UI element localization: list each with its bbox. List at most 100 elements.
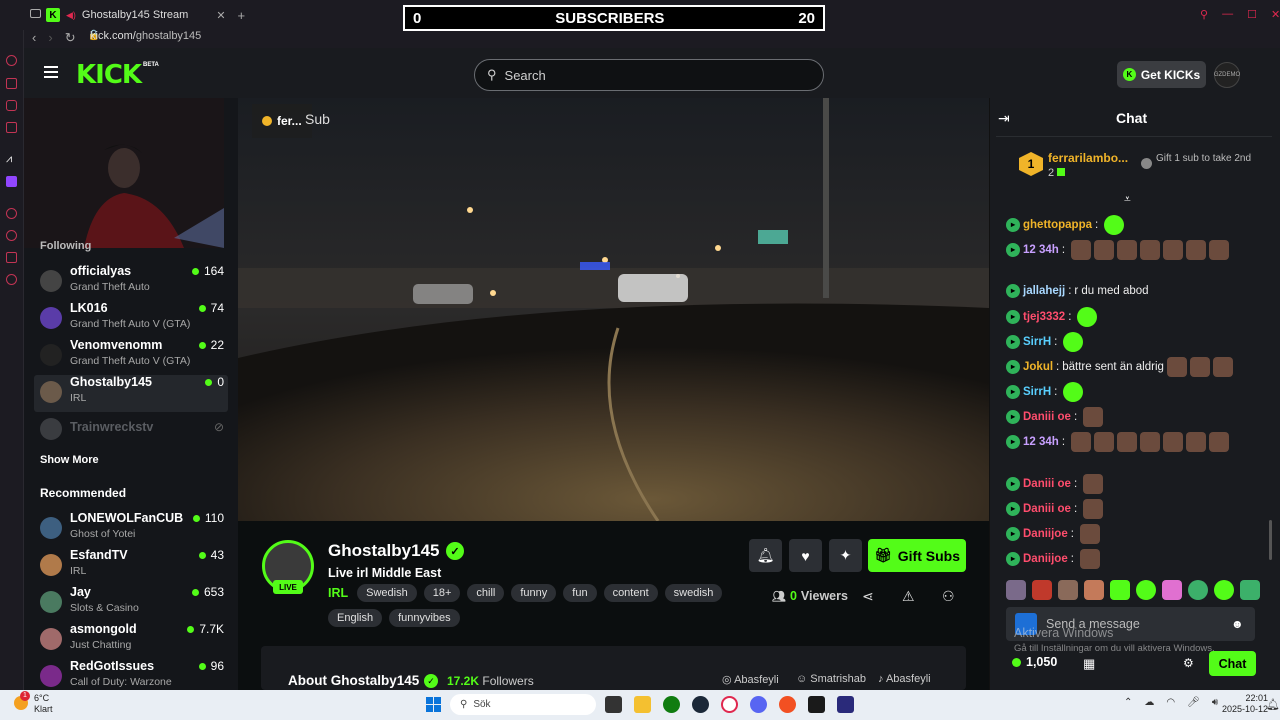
snapchat-link[interactable]: ☺ Smatrishab bbox=[796, 673, 866, 685]
sidebar-item[interactable]: officialyas Grand Theft Auto 164 bbox=[34, 264, 228, 301]
send-chat-button[interactable]: Chat bbox=[1209, 651, 1256, 676]
chat-username[interactable]: Daniijoe bbox=[1023, 553, 1068, 565]
chat-username[interactable]: SirrH bbox=[1023, 336, 1051, 348]
chat-username[interactable]: tjej3332 bbox=[1023, 311, 1065, 323]
emote-icon[interactable] bbox=[1214, 580, 1234, 600]
video-player[interactable] bbox=[238, 98, 989, 521]
twitch-icon[interactable] bbox=[6, 176, 17, 187]
notification-bell-button[interactable]: 🔔︎ bbox=[749, 539, 782, 572]
app-icon[interactable] bbox=[808, 696, 825, 713]
chat-username[interactable]: Daniii oe bbox=[1023, 411, 1071, 423]
weather-widget[interactable]: 6°C Klart bbox=[34, 693, 53, 715]
settings-icon[interactable] bbox=[6, 274, 17, 285]
tag-chip[interactable]: fun bbox=[563, 584, 597, 602]
steam-icon[interactable] bbox=[692, 696, 709, 713]
gift-sub-note[interactable]: Gift 1 sub to take 2nd bbox=[1156, 153, 1266, 164]
top-gifter-name[interactable]: ferrarilambo... bbox=[1048, 151, 1128, 165]
close-tab-icon[interactable]: ✕ bbox=[216, 9, 225, 22]
kick-sidebar-icon[interactable]: ⩘ bbox=[6, 153, 12, 166]
tag-chip[interactable]: Swedish bbox=[357, 584, 417, 602]
chevron-up-icon[interactable]: ⌃ bbox=[1124, 697, 1132, 708]
tag-chip[interactable]: chill bbox=[467, 584, 505, 602]
kick-logo[interactable]: KICK bbox=[76, 60, 142, 90]
sidebar-app-icon[interactable] bbox=[6, 252, 17, 263]
chat-username[interactable]: 12 34h bbox=[1023, 436, 1059, 448]
task-view-icon[interactable] bbox=[605, 696, 622, 713]
chat-username[interactable]: Daniii oe bbox=[1023, 503, 1071, 515]
sidebar-item[interactable]: Venomvenomm Grand Theft Auto V (GTA) 22 bbox=[34, 338, 228, 375]
history-icon[interactable] bbox=[6, 230, 17, 241]
gear-icon[interactable]: ⚙ bbox=[1183, 656, 1194, 670]
chat-username[interactable]: Daniii oe bbox=[1023, 478, 1071, 490]
taskbar-search[interactable]: ⚲ Sök bbox=[450, 694, 596, 715]
emote-icon[interactable] bbox=[1058, 580, 1078, 600]
sidebar-item-offline[interactable]: Trainwreckstv ⊘ bbox=[34, 412, 228, 449]
streamer-name[interactable]: Ghostalby145 bbox=[328, 541, 440, 561]
tiktok-link[interactable]: ♪ Abasfeyli bbox=[878, 673, 931, 685]
category-link[interactable]: IRL bbox=[328, 586, 348, 600]
microphone-icon[interactable]: 🎤︎ bbox=[1187, 697, 1200, 708]
collapse-chat-icon[interactable]: ⇥ bbox=[998, 110, 1010, 127]
instagram-link[interactable]: ◎ Abasfeyli bbox=[722, 673, 779, 686]
discord-icon[interactable] bbox=[750, 696, 767, 713]
sidebar-app-icon[interactable] bbox=[6, 122, 17, 133]
sidebar-item[interactable]: LK016 Grand Theft Auto V (GTA) 74 bbox=[34, 301, 228, 338]
scroll-down-icon[interactable]: ⩡ bbox=[1124, 192, 1131, 207]
audio-icon[interactable]: ◀) bbox=[66, 10, 76, 21]
tag-chip[interactable]: English bbox=[328, 609, 383, 627]
kicks-balance[interactable]: 1,050 bbox=[1012, 655, 1057, 669]
tag-chip[interactable]: funnyvibes bbox=[389, 609, 460, 627]
show-more-link[interactable]: Show More bbox=[40, 454, 99, 466]
sidebar-item[interactable]: LONEWOLFanCUB Ghost of Yotei 110 bbox=[34, 511, 228, 548]
emote-icon[interactable] bbox=[1032, 580, 1052, 600]
follow-button[interactable]: ♥ bbox=[789, 539, 822, 572]
app-icon[interactable] bbox=[837, 696, 854, 713]
share-icon[interactable]: ⋖ bbox=[862, 588, 874, 605]
sub-alert-chip[interactable]: fer... bbox=[252, 104, 312, 138]
menu-icon[interactable] bbox=[44, 66, 58, 78]
reload-icon[interactable]: ↻ bbox=[65, 30, 76, 46]
chat-scrollbar[interactable] bbox=[1269, 520, 1272, 560]
sidebar-item[interactable]: EsfandTV IRL 43 bbox=[34, 548, 228, 585]
chat-username[interactable]: SirrH bbox=[1023, 386, 1051, 398]
opera-icon[interactable] bbox=[721, 696, 738, 713]
windows-start-icon[interactable] bbox=[426, 697, 441, 712]
emote-icon[interactable] bbox=[1188, 580, 1208, 600]
search-icon[interactable]: ⚲ bbox=[1200, 8, 1208, 21]
search-input[interactable]: ⚲ Search bbox=[474, 59, 824, 91]
sidebar-item[interactable]: Ghostalby145 IRL 0 bbox=[34, 375, 228, 412]
emote-icon[interactable] bbox=[1110, 580, 1130, 600]
sidebar-app-icon[interactable] bbox=[6, 208, 17, 219]
sidebar-item[interactable]: Jay Slots & Casino 653 bbox=[34, 585, 228, 622]
sidebar-item[interactable]: asmongold Just Chatting 7.7K bbox=[34, 622, 228, 659]
user-avatar[interactable]: GZDEMO bbox=[1214, 62, 1240, 88]
emote-icon[interactable] bbox=[1162, 580, 1182, 600]
sparkle-button[interactable]: ✦ bbox=[829, 539, 862, 572]
cloud-icon[interactable]: ☁ bbox=[1144, 697, 1154, 708]
forward-icon[interactable]: › bbox=[48, 30, 52, 46]
user-settings-icon[interactable]: ⚇ bbox=[942, 588, 955, 605]
back-icon[interactable]: ‹ bbox=[32, 30, 36, 46]
tag-chip[interactable]: swedish bbox=[664, 584, 723, 602]
clock[interactable]: 22:01 2025-10-12 bbox=[1222, 693, 1268, 715]
new-tab-icon[interactable]: + bbox=[238, 8, 246, 23]
minimize-icon[interactable]: — bbox=[1222, 8, 1233, 21]
sidebar-app-icon[interactable] bbox=[6, 100, 17, 111]
tag-chip[interactable]: content bbox=[603, 584, 658, 602]
sidebar-app-icon[interactable] bbox=[6, 55, 17, 66]
calendar-icon[interactable]: ▦ bbox=[1083, 656, 1095, 672]
gift-subs-button[interactable]: 🎁︎ Gift Subs bbox=[868, 539, 966, 572]
get-kicks-button[interactable]: K Get KICKs bbox=[1117, 61, 1206, 88]
emote-icon[interactable] bbox=[1240, 580, 1260, 600]
tag-chip[interactable]: funny bbox=[511, 584, 557, 602]
emote-icon[interactable] bbox=[1006, 580, 1026, 600]
volume-icon[interactable]: 🔊︎ bbox=[1212, 697, 1218, 708]
app-icon[interactable] bbox=[779, 696, 796, 713]
maximize-icon[interactable]: ☐ bbox=[1247, 8, 1257, 21]
chat-username[interactable]: jallahejj bbox=[1023, 285, 1065, 297]
tag-chip[interactable]: 18+ bbox=[423, 584, 461, 602]
xbox-icon[interactable] bbox=[663, 696, 680, 713]
file-explorer-icon[interactable] bbox=[634, 696, 651, 713]
wifi-icon[interactable]: ◠ bbox=[1166, 697, 1175, 708]
emoji-icon[interactable]: ☻ bbox=[1231, 617, 1244, 631]
